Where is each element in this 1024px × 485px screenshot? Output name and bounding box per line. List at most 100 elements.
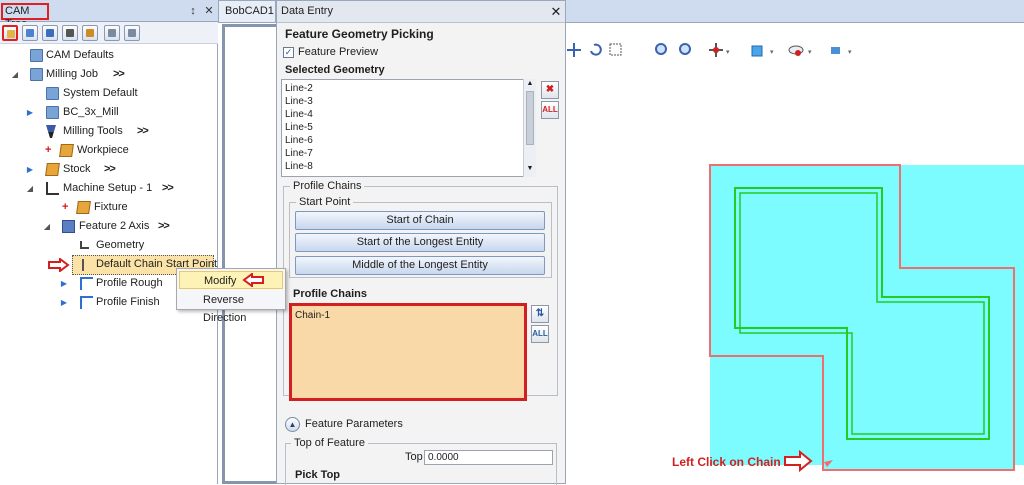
data-entry-title: Data Entry [281,5,333,17]
tree-item-label: Workpiece [77,144,129,156]
stock-box-icon [45,163,60,176]
tree-item-milling-tools[interactable]: Milling Tools >> [0,122,216,141]
reverse-all-chains-icon[interactable]: ALL [531,325,549,343]
more-indicator[interactable]: >> [113,65,125,84]
list-item[interactable]: Line-5 [285,121,313,134]
snap-icon[interactable] [708,42,724,58]
pin-icon[interactable]: ↕ [186,4,200,18]
feature-preview-label: Feature Preview [298,46,379,58]
cam-tree-panel: CAM Tree ↕ ✕ CAM Defaults ◢ Milling Job … [0,0,218,484]
shaded-icon[interactable] [828,42,844,58]
profile-chains-group-title: Profile Chains [290,180,365,192]
chain-item[interactable]: Chain-1 [295,310,330,321]
part-geometry[interactable] [700,160,1024,484]
selected-geometry-list[interactable]: Line-2 Line-3 Line-4 Line-5 Line-6 Line-… [281,79,525,177]
more-indicator[interactable]: >> [104,160,116,179]
more-indicator[interactable]: >> [162,179,174,198]
remove-all-icon[interactable]: ALL [541,101,559,119]
selected-geometry-label: Selected Geometry [285,64,385,76]
chevron-down-icon[interactable]: ▾ [808,48,812,56]
tree-item-bc-3x-mill[interactable]: ▶ BC_3x_Mill [0,103,216,122]
top-of-feature-title: Top of Feature [291,437,368,449]
visibility-icon[interactable] [788,42,804,58]
chevron-down-icon[interactable]: ▾ [770,48,774,56]
tree-item-milling-job[interactable]: ◢ Milling Job >> [0,65,216,84]
feature-preview-checkbox[interactable]: ✓ [283,47,294,58]
profile-icon [80,277,93,290]
report-icon[interactable] [124,25,140,41]
cam-tree-toolbar [0,22,218,44]
middle-of-longest-entity-button[interactable]: Middle of the Longest Entity [295,256,545,275]
list-item[interactable]: Line-8 [285,160,313,173]
tree-item-stock[interactable]: ▶ Stock >> [0,160,216,179]
context-menu-reverse-direction[interactable]: Reverse Direction [179,291,283,324]
list-item[interactable]: Line-2 [285,82,313,95]
collapse-section-icon[interactable]: ▲ [285,417,300,432]
list-item[interactable]: Line-6 [285,134,313,147]
tree-item-label: Feature 2 Axis [79,220,150,232]
expand-icon[interactable]: ▶ [25,103,35,122]
tree-item-label: CAM Defaults [46,49,114,61]
top-value-input[interactable]: 0.0000 [424,450,553,465]
collapse-icon[interactable]: ◢ [10,65,20,84]
profile-chains-list[interactable]: Chain-1 [289,303,527,401]
more-indicator[interactable]: >> [137,122,149,141]
cube-view-icon[interactable] [750,42,766,58]
chevron-down-icon[interactable]: ▾ [848,48,852,56]
add-setup-icon[interactable] [22,25,38,41]
table-icon[interactable] [104,25,120,41]
start-point-icon [82,259,90,271]
feature-parameters-label[interactable]: Feature Parameters [305,418,403,430]
cam-tree-header: CAM Tree ↕ ✕ [0,0,218,30]
tree-item-feature-2-axis[interactable]: ◢ Feature 2 Axis >> [0,217,216,236]
tool-library-icon[interactable] [82,25,98,41]
remove-icon[interactable]: ✖ [541,81,559,99]
data-entry-header: Data Entry [277,1,565,23]
chevron-down-icon[interactable]: ▾ [726,48,730,56]
top-label: Top [405,451,423,463]
list-item[interactable]: Line-7 [285,147,313,160]
tab-bobcad1[interactable]: BobCAD1 [218,0,276,22]
list-scrollbar[interactable]: ▲ ▼ [523,79,536,177]
context-menu-modify[interactable]: Modify [179,271,283,289]
expand-icon[interactable]: ▶ [59,274,69,293]
start-of-longest-entity-button[interactable]: Start of the Longest Entity [295,233,545,252]
reverse-chain-icon[interactable]: ⇅ [531,305,549,323]
feature-icon[interactable] [42,25,58,41]
expand-icon[interactable]: ▶ [25,160,35,179]
rotate-icon[interactable] [588,42,604,58]
pick-top-label: Pick Top [295,469,341,481]
scroll-thumb[interactable] [526,91,534,145]
cam-tree-title[interactable]: CAM Tree [1,3,49,30]
tree-item-fixture[interactable]: + Fixture [0,198,216,217]
data-entry-panel: Data Entry ✕ Feature Geometry Picking ✓ … [276,0,566,485]
close-icon[interactable]: ✕ [549,1,563,22]
zoom-fit-icon[interactable] [678,42,694,58]
tree-item-cam-defaults[interactable]: CAM Defaults [0,46,216,65]
collapse-icon[interactable]: ◢ [25,179,35,198]
feature-icon [62,220,75,233]
more-indicator[interactable]: >> [158,217,170,236]
list-item[interactable]: Line-4 [285,108,313,121]
tree-item-geometry[interactable]: Geometry [0,236,216,255]
collapse-icon[interactable]: ◢ [42,217,52,236]
new-job-icon[interactable] [2,25,18,41]
menu-item-label: Modify [204,275,237,287]
wand-icon[interactable] [62,25,78,41]
scroll-up-icon[interactable]: ▲ [525,80,535,87]
geometry-icon [80,241,89,249]
fixture-box-icon [76,201,91,214]
scroll-down-icon[interactable]: ▼ [525,165,535,172]
zoom-window-icon[interactable] [608,42,624,58]
start-of-chain-button[interactable]: Start of Chain [295,211,545,230]
expand-icon[interactable]: ▶ [59,293,69,312]
zoom-in-icon[interactable] [654,42,670,58]
close-icon[interactable]: ✕ [202,4,216,18]
tree-item-workpiece[interactable]: + Workpiece [0,141,216,160]
tree-item-system-default[interactable]: System Default [0,84,216,103]
tree-item-machine-setup[interactable]: ◢ Machine Setup - 1 >> [0,179,216,198]
tree-item-label: System Default [63,87,138,99]
pan-icon[interactable] [566,42,582,58]
tree-item-label: Fixture [94,201,128,213]
list-item[interactable]: Line-3 [285,95,313,108]
